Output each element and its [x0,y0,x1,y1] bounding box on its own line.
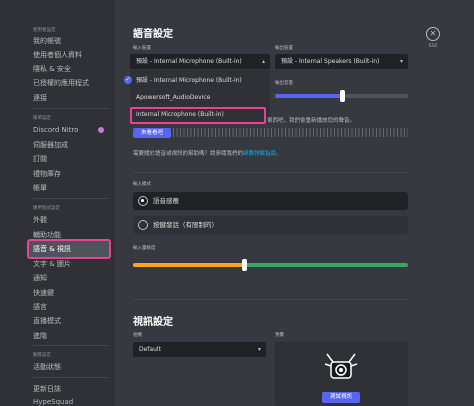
camera-preview: 測試視訊 [275,342,408,406]
camera-illustration-icon [324,353,358,379]
sidebar-item-keybinds[interactable]: 快速鍵 [33,288,54,298]
dropdown-option-default-mic[interactable]: 預設 - Internal Microphone (Built-in) [136,75,242,84]
app-settings-header: 應用程式設定 [33,206,60,211]
sidebar-item-my-account[interactable]: 我的帳號 [33,36,61,46]
input-device-select[interactable]: 預設 - Internal Microphone (Built-in) ▴ [130,54,270,69]
chevron-down-icon: ▾ [399,58,403,65]
camera-value: Default [139,346,161,353]
sidebar-item-nitro[interactable]: Discord Nitro [33,126,78,134]
sidebar-item-appearance[interactable]: 外觀 [33,215,47,225]
activity-settings-header: 動態設定 [33,353,51,358]
input-sensitivity-slider[interactable] [133,259,408,271]
radio-unselected-icon [138,220,148,230]
sidebar-item-advanced[interactable]: 進階 [33,331,47,341]
settings-sidebar: 使用者設定 我的帳號 使用者個人資料 隱私 & 安全 已授權的應用程式 連接 帳… [0,0,115,406]
input-mode-push-to-talk[interactable]: 按鍵發話（有限制的） [133,216,408,234]
sidebar-divider [33,345,109,346]
camera-select[interactable]: Default ▾ [133,342,266,357]
sidebar-item-gift-inventory[interactable]: 禮物庫存 [33,169,61,179]
sidebar-item-hypesquad[interactable]: HypeSquad [33,398,73,406]
sensitivity-threshold-fill [133,263,243,267]
video-settings-title: 視訊設定 [133,317,173,328]
sidebar-item-text-images[interactable]: 文字 & 圖片 [33,259,71,269]
mic-level-meter [173,128,408,137]
dropdown-option-apowersoft[interactable]: Apowersoft_AudioDevice [136,94,210,101]
section-divider [133,172,408,173]
nitro-icon [98,127,104,133]
output-volume-slider[interactable] [275,90,408,102]
sidebar-divider [33,108,109,109]
sidebar-item-voice-video[interactable]: 語音 & 視訊 [33,244,71,254]
troubleshooting-link[interactable]: 疑難排解指南。 [243,151,282,157]
camera-label: 相機 [133,333,142,338]
input-sensitivity-label: 輸入靈敏度 [133,246,156,251]
output-volume-label: 輸出音量 [275,81,293,86]
sidebar-item-subscriptions[interactable]: 訂閱 [33,154,47,164]
output-device-select[interactable]: 預設 - Internal Speakers (Built-in) ▾ [275,54,408,69]
chevron-down-icon: ▾ [257,346,261,353]
input-device-label: 輸入裝置 [133,46,151,51]
sidebar-item-privacy[interactable]: 隱私 & 安全 [33,64,71,74]
radio-selected-icon [138,196,148,206]
output-device-value: 預設 - Internal Speakers (Built-in) [281,58,380,65]
help-text: 需要關於語音或視訊的幫助嗎？請參閱我們的疑難排解指南。 [133,149,282,157]
section-divider [133,299,408,300]
input-device-value: 預設 - Internal Microphone (Built-in) [136,58,242,65]
lets-check-button[interactable]: 來看看吧 [133,128,171,138]
checkmark-icon: ✓ [124,76,132,84]
sidebar-item-language[interactable]: 語言 [33,302,47,312]
output-device-label: 輸出裝置 [275,46,293,51]
esc-label: ESC [429,44,438,49]
sensitivity-knob[interactable] [242,259,247,271]
voice-settings-title: 語音設定 [133,29,173,40]
sidebar-item-notifications[interactable]: 通知 [33,273,47,283]
preview-label: 預覽 [275,333,284,338]
test-video-button[interactable]: 測試視訊 [322,392,360,403]
input-mode-label: 輸入模式 [133,182,151,187]
sidebar-item-server-boost[interactable]: 伺服器加成 [33,140,68,150]
sidebar-divider [33,377,109,378]
output-volume-knob[interactable] [339,90,345,102]
sidebar-item-user-profile[interactable]: 使用者個人資料 [33,50,82,60]
input-mode-voice-activity[interactable]: 語音感應 [133,192,408,210]
user-settings-header: 使用者設定 [33,28,56,33]
mic-test-hint: 東西吧，我們會重新播放您的聲音。 [267,118,356,124]
sidebar-item-activity-status[interactable]: 活動狀態 [33,362,61,372]
billing-settings-header: 帳單設定 [33,116,51,121]
sidebar-item-streamer-mode[interactable]: 直播模式 [33,316,61,326]
chevron-up-icon: ▴ [261,58,265,65]
dropdown-option-highlight [130,107,266,124]
input-mode-voice-activity-label: 語音感應 [153,197,179,205]
sidebar-item-connections[interactable]: 連接 [33,93,47,103]
input-mode-push-to-talk-label: 按鍵發話（有限制的） [153,221,218,229]
sidebar-item-authorized-apps[interactable]: 已授權的應用程式 [33,78,89,88]
sidebar-item-billing[interactable]: 帳單 [33,183,47,193]
help-text-body: 需要關於語音或視訊的幫助嗎？請參閱我們的 [133,151,244,157]
sidebar-divider [33,198,109,199]
sidebar-item-changelog[interactable]: 更新日誌 [33,384,61,394]
output-volume-fill [275,94,342,98]
close-icon[interactable]: ✕ [426,27,440,41]
